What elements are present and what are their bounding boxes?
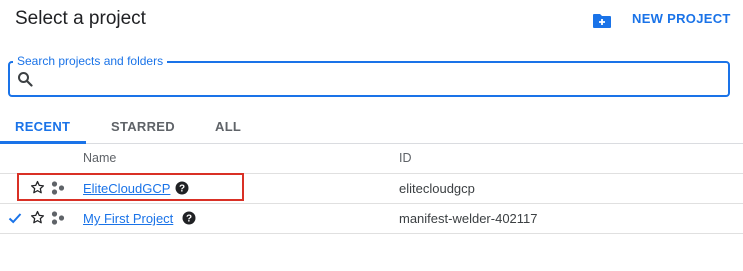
project-id: elitecloudgcp <box>399 181 475 196</box>
dialog-title: Select a project <box>15 8 146 29</box>
svg-text:?: ? <box>186 214 192 225</box>
check-icon <box>8 213 22 224</box>
active-tab-indicator <box>0 141 86 144</box>
project-id: manifest-welder-402117 <box>399 211 538 226</box>
new-folder-icon[interactable] <box>592 12 612 29</box>
tab-all[interactable]: ALL <box>215 119 241 134</box>
search-icon <box>18 72 33 87</box>
help-icon[interactable]: ? <box>182 211 196 225</box>
tab-starred[interactable]: STARRED <box>111 119 175 134</box>
tab-recent[interactable]: RECENT <box>15 119 70 134</box>
column-header-name: Name <box>83 151 117 165</box>
new-project-button[interactable]: NEW PROJECT <box>632 11 731 26</box>
project-link[interactable]: My First Project <box>83 211 173 226</box>
table-row[interactable]: My First Project ? manifest-welder-40211… <box>0 204 743 234</box>
star-outline-icon[interactable] <box>30 210 45 225</box>
search-input[interactable] <box>40 65 720 91</box>
highlight-annotation-box <box>17 173 244 201</box>
dialog-header: Select a project NEW PROJECT <box>0 0 743 44</box>
column-header-id: ID <box>399 151 412 165</box>
project-hierarchy-icon <box>51 211 65 225</box>
tab-bar: RECENT STARRED ALL <box>0 108 743 144</box>
